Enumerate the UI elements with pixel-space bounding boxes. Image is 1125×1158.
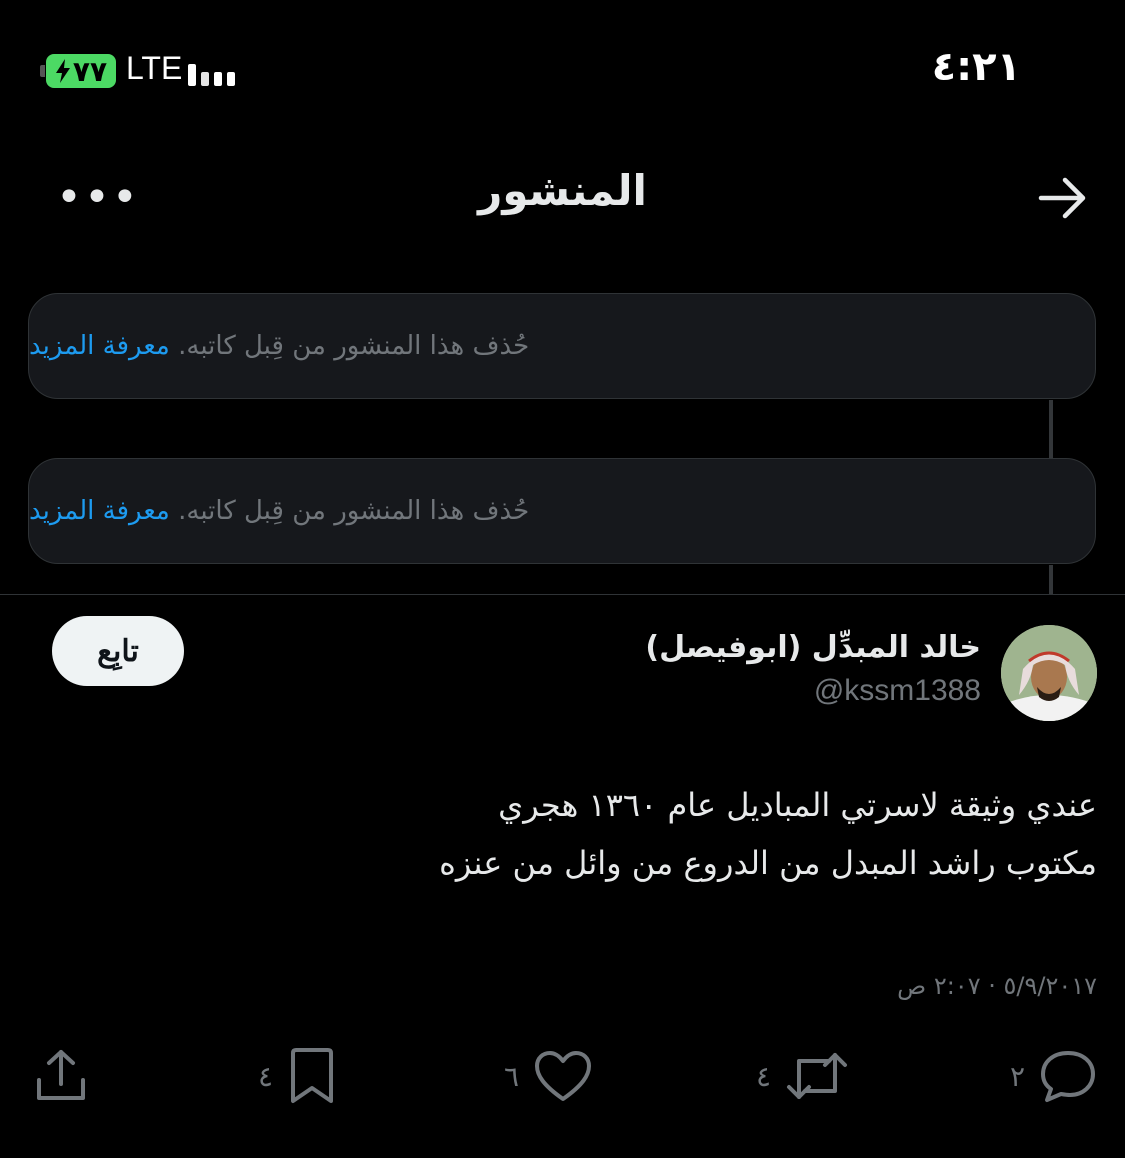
post-text-line: مكتوب راشد المبدل من الدروع من وائل من ع… [439,844,1097,882]
battery-cap [40,65,45,77]
post-text-line: عندي وثيقة لاسرتي المباديل عام ١٣٦٠ هجري [498,786,1097,824]
share-button[interactable] [34,1044,88,1108]
thread-connector [1049,400,1053,458]
bookmark-count: ٤ [257,1059,273,1093]
arrow-right-icon [1038,177,1086,219]
repost-count: ٤ [755,1059,771,1093]
learn-more-link[interactable]: معرفة المزيد [29,331,170,361]
reply-button[interactable]: ٢ [1010,1044,1097,1108]
post-body: عندي وثيقة لاسرتي المباديل عام ١٣٦٠ هجري… [197,776,1097,892]
post-timestamp: ٥/٩/٢٠١٧ · ٢:٠٧ ص [897,972,1097,1000]
charging-bolt-icon [55,59,70,83]
thread-connector [1049,565,1053,595]
back-button[interactable] [1037,176,1089,220]
like-count: ٦ [503,1059,519,1093]
author-name[interactable]: خالد المبدِّل (ابوفيصل) [645,630,981,665]
deleted-post-message: حُذف هذا المنشور من قِبل كاتبه. معرفة ال… [29,331,529,361]
share-icon [37,1050,85,1100]
avatar[interactable] [1001,625,1097,721]
follow-button[interactable]: تابِع [52,616,184,686]
deleted-post-text: حُذف هذا المنشور من قِبل كاتبه. [178,496,530,526]
deleted-post-message: حُذف هذا المنشور من قِبل كاتبه. معرفة ال… [29,496,529,526]
heart-icon [535,1051,591,1101]
repost-icon [787,1053,847,1099]
signal-strength-icon [188,56,235,86]
divider [0,594,1125,595]
bookmark-button[interactable]: ٤ [258,1044,337,1108]
author-handle[interactable]: @kssm1388 [814,674,981,708]
reply-count: ٢ [1009,1059,1025,1093]
bookmark-icon [291,1048,333,1103]
battery-level: ٧٧ [72,54,108,88]
deleted-post-card: حُذف هذا المنشور من قِبل كاتبه. معرفة ال… [28,293,1096,399]
repost-button[interactable]: ٤ [756,1044,849,1108]
deleted-post-text: حُذف هذا المنشور من قِبل كاتبه. [178,331,530,361]
like-button[interactable]: ٦ [504,1044,593,1108]
avatar-image [1001,625,1097,721]
battery-indicator: ٧٧ [40,54,116,88]
network-type: LTE [126,50,183,86]
status-time: ٤:٢١ [931,44,1021,90]
learn-more-link[interactable]: معرفة المزيد [29,496,170,526]
page-title: المنشور [478,166,647,215]
deleted-post-card: حُذف هذا المنشور من قِبل كاتبه. معرفة ال… [28,458,1096,564]
reply-icon [1041,1051,1095,1102]
